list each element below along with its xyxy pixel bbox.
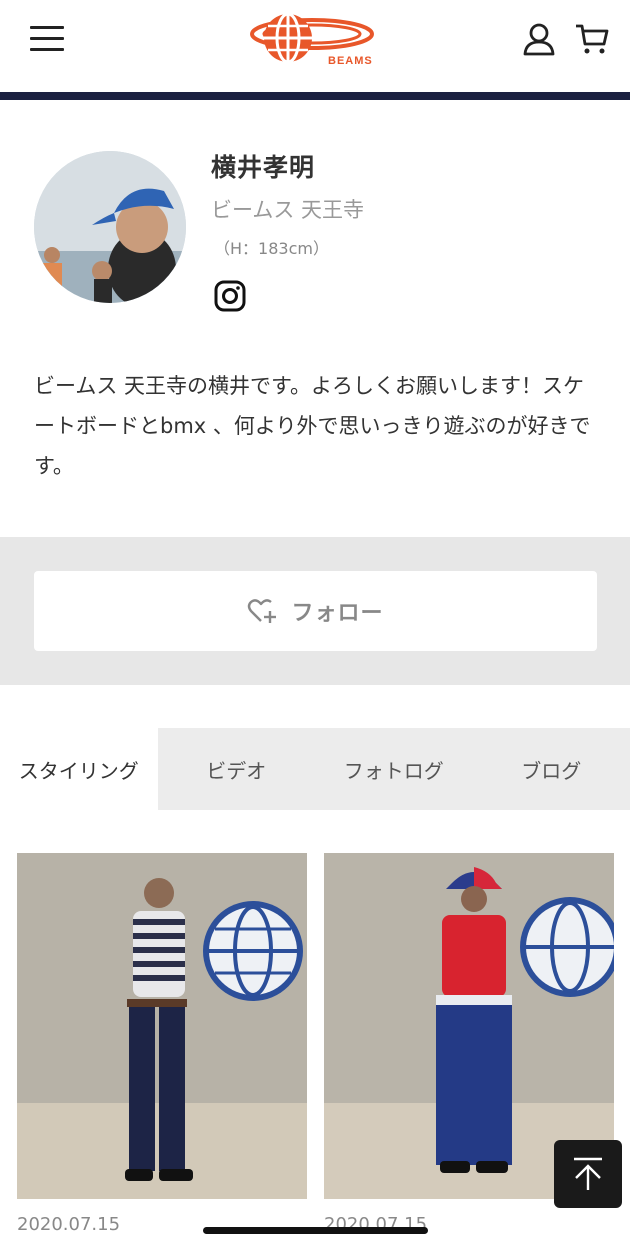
beams-logo-icon: BEAMS xyxy=(250,12,374,67)
home-indicator[interactable] xyxy=(203,1227,428,1234)
tab-video[interactable]: ビデオ xyxy=(158,728,316,810)
profile-bio: ビームス 天王寺の横井です。よろしくお願いします！スケートボードとbmx 、何よ… xyxy=(34,374,591,478)
header: BEAMS xyxy=(0,0,630,92)
staff-name: 横井孝明 xyxy=(211,153,316,182)
svg-text:BEAMS: BEAMS xyxy=(328,55,373,67)
content-tabs: スタイリング ビデオ フォトログ ブログ xyxy=(0,728,630,810)
instagram-link[interactable] xyxy=(214,280,246,312)
header-divider xyxy=(0,92,630,100)
tab-styling[interactable]: スタイリング xyxy=(0,728,158,810)
follow-section: フォロー xyxy=(0,537,630,685)
tab-blog[interactable]: ブログ xyxy=(473,728,630,810)
avatar xyxy=(34,151,186,303)
styling-date: 2020.07.15 xyxy=(17,1214,121,1235)
heart-plus-icon xyxy=(248,599,277,623)
styling-photo xyxy=(17,853,307,1199)
instagram-icon xyxy=(214,280,246,312)
staff-height: （H：183cm） xyxy=(214,239,329,258)
account-button[interactable] xyxy=(522,22,556,56)
scroll-top-button[interactable] xyxy=(554,1140,622,1208)
menu-button[interactable] xyxy=(30,26,64,54)
follow-button[interactable]: フォロー xyxy=(34,571,597,651)
cart-button[interactable] xyxy=(574,22,610,56)
tab-photolog[interactable]: フォトログ xyxy=(315,728,473,810)
hamburger-icon xyxy=(30,26,64,29)
arrow-up-icon xyxy=(574,1157,602,1190)
shop-name[interactable]: ビームス 天王寺 xyxy=(211,194,364,224)
user-icon xyxy=(523,23,555,56)
avatar-photo xyxy=(34,151,186,303)
follow-label: フォロー xyxy=(291,601,384,626)
styling-card[interactable] xyxy=(17,853,307,1199)
cart-icon xyxy=(576,24,609,54)
beams-logo[interactable]: BEAMS xyxy=(250,12,380,68)
